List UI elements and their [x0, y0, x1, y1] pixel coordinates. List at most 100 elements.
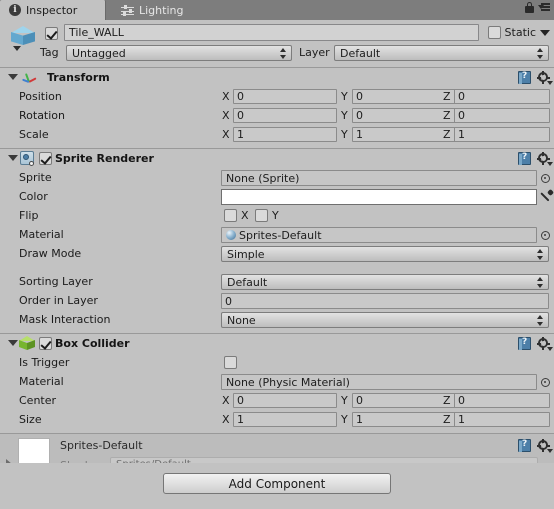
rotation-y-value: 0 — [356, 109, 363, 122]
gear-icon[interactable] — [537, 439, 553, 453]
color-swatch-field[interactable] — [221, 189, 537, 205]
help-icon[interactable] — [518, 439, 531, 452]
size-y-field[interactable]: 1 — [352, 412, 456, 427]
rotation-z-value: 0 — [458, 109, 465, 122]
sprite-picker-icon[interactable] — [541, 174, 550, 183]
flip-y-checkbox[interactable] — [255, 209, 268, 222]
eyedropper-icon[interactable] — [539, 188, 554, 204]
box-collider-title: Box Collider — [55, 337, 130, 350]
rotation-z-field[interactable]: 0 — [454, 108, 550, 123]
material-picker-icon[interactable] — [541, 231, 550, 240]
static-dropdown-icon[interactable] — [540, 29, 550, 36]
tag-dropdown[interactable]: Untagged — [66, 45, 292, 61]
size-z-value: 1 — [458, 413, 465, 426]
size-z-field[interactable]: 1 — [454, 412, 550, 427]
foldout-arrow-icon[interactable] — [8, 340, 18, 346]
sorting-layer-label: Sorting Layer — [19, 275, 93, 288]
flip-x-label: X — [241, 209, 249, 222]
mask-interaction-dropdown[interactable]: None — [221, 312, 549, 328]
center-z-value: 0 — [458, 394, 465, 407]
gameobject-active-checkbox[interactable] — [45, 26, 58, 40]
sprite-renderer-header[interactable]: Sprite Renderer — [0, 149, 554, 168]
material-ball-icon — [226, 230, 236, 240]
scale-z-field[interactable]: 1 — [454, 127, 550, 142]
row-is-trigger: Is Trigger — [0, 353, 554, 372]
flip-x-checkbox[interactable] — [224, 209, 237, 222]
tab-lighting[interactable]: Lighting — [107, 0, 195, 20]
axis-x-label: X — [222, 90, 230, 103]
chevron-updown-icon — [537, 249, 544, 260]
row-sprite: Sprite None (Sprite) — [0, 168, 554, 187]
window-controls — [525, 2, 550, 13]
axis-y-label: Y — [341, 90, 348, 103]
row-scale: Scale X 1 Y 1 Z 1 — [0, 125, 554, 144]
center-z-field[interactable]: 0 — [454, 393, 550, 408]
row-color: Color — [0, 187, 554, 206]
sprite-object-field[interactable]: None (Sprite) — [221, 170, 537, 186]
sorting-layer-dropdown[interactable]: Default — [221, 274, 549, 290]
layer-value: Default — [340, 46, 381, 60]
order-in-layer-value: 0 — [225, 294, 232, 308]
collider-material-object-field[interactable]: None (Physic Material) — [221, 374, 537, 390]
row-flip: Flip X Y — [0, 206, 554, 225]
hamburger-menu-icon[interactable] — [538, 3, 550, 12]
add-component-label: Add Component — [228, 476, 326, 491]
order-in-layer-label: Order in Layer — [19, 294, 98, 307]
rotation-x-field[interactable]: 0 — [233, 108, 337, 123]
row-collider-material: Material None (Physic Material) — [0, 372, 554, 391]
tab-inspector[interactable]: i Inspector — [0, 0, 106, 20]
position-x-field[interactable]: 0 — [233, 89, 337, 104]
help-icon[interactable] — [518, 71, 531, 84]
prefab-dropdown-arrow[interactable] — [13, 46, 21, 51]
scale-y-field[interactable]: 1 — [352, 127, 456, 142]
inspector-window: i Inspector Lighting Tile_WALL Static Ta… — [0, 0, 554, 509]
size-x-field[interactable]: 1 — [233, 412, 337, 427]
axis-z-label: Z — [443, 109, 451, 122]
sprite-renderer-header-icons — [518, 152, 553, 166]
box-collider-header[interactable]: Box Collider — [0, 334, 554, 353]
position-z-field[interactable]: 0 — [454, 89, 550, 104]
box-collider-header-icons — [518, 337, 553, 351]
center-y-field[interactable]: 0 — [352, 393, 456, 408]
tag-label: Tag — [40, 46, 59, 59]
axis-x-label: X — [222, 394, 230, 407]
collider-material-picker-icon[interactable] — [541, 378, 550, 387]
foldout-arrow-icon[interactable] — [8, 74, 18, 80]
order-in-layer-field[interactable]: 0 — [221, 293, 549, 309]
material-object-field[interactable]: Sprites-Default — [221, 227, 537, 243]
gear-icon[interactable] — [537, 71, 553, 85]
draw-mode-label: Draw Mode — [19, 247, 82, 260]
add-component-button[interactable]: Add Component — [163, 473, 391, 494]
static-checkbox[interactable] — [487, 26, 501, 39]
layer-dropdown[interactable]: Default — [334, 45, 549, 61]
row-sorting-layer: Sorting Layer Default — [0, 272, 554, 291]
color-label: Color — [19, 190, 48, 203]
is-trigger-checkbox[interactable] — [224, 356, 237, 369]
chevron-updown-icon — [537, 48, 544, 59]
row-center: Center X 0 Y 0 Z 0 — [0, 391, 554, 410]
position-y-field[interactable]: 0 — [352, 89, 456, 104]
collider-material-value: None (Physic Material) — [226, 375, 350, 389]
row-mask-interaction: Mask Interaction None — [0, 310, 554, 329]
center-x-field[interactable]: 0 — [233, 393, 337, 408]
help-icon[interactable] — [518, 152, 531, 165]
draw-mode-dropdown[interactable]: Simple — [221, 246, 549, 262]
sprite-renderer-enabled-checkbox[interactable] — [39, 152, 52, 165]
size-x-value: 1 — [237, 413, 244, 426]
gear-icon[interactable] — [537, 152, 553, 166]
axis-x-label: X — [222, 413, 230, 426]
box-collider-enabled-checkbox[interactable] — [39, 337, 52, 350]
position-y-value: 0 — [356, 90, 363, 103]
gameobject-name-field[interactable]: Tile_WALL — [64, 24, 479, 41]
axis-y-label: Y — [341, 109, 348, 122]
transform-header[interactable]: Transform — [0, 68, 554, 87]
help-icon[interactable] — [518, 337, 531, 350]
foldout-arrow-icon[interactable] — [8, 155, 18, 161]
size-y-value: 1 — [356, 413, 363, 426]
rotation-y-field[interactable]: 0 — [352, 108, 456, 123]
static-label: Static — [504, 26, 536, 39]
transform-axes-icon — [22, 71, 38, 85]
gear-icon[interactable] — [537, 337, 553, 351]
lock-icon[interactable] — [525, 2, 534, 13]
scale-x-field[interactable]: 1 — [233, 127, 337, 142]
